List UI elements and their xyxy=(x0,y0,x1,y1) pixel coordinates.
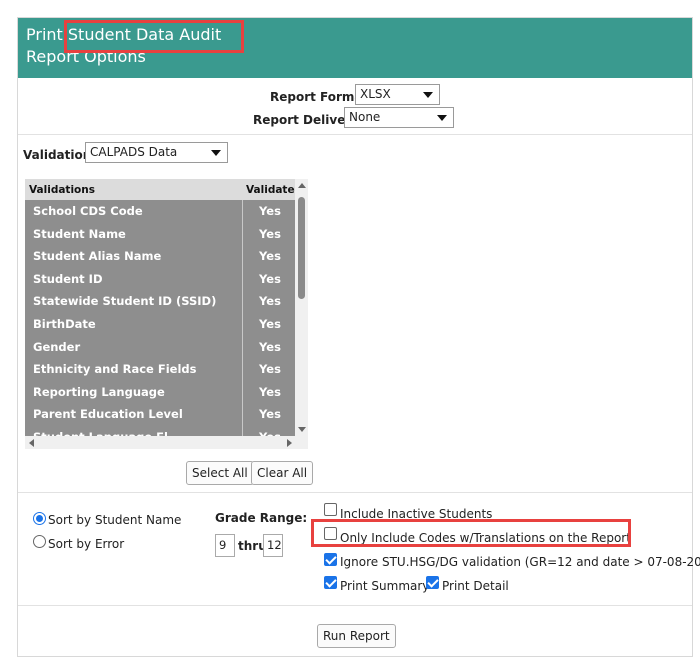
grade-to-input[interactable]: 12 xyxy=(263,534,283,557)
report-delivery-select[interactable]: None xyxy=(344,107,454,128)
grade-from-input[interactable]: 9 xyxy=(215,534,235,557)
scroll-up-icon[interactable] xyxy=(298,183,306,188)
validate-value: Yes xyxy=(259,362,281,377)
sort-by-name-radio[interactable] xyxy=(33,512,46,525)
only-include-codes-label: Only Include Codes w/Translations on the… xyxy=(340,531,631,545)
validate-value: Yes xyxy=(259,316,281,331)
report-delivery-value: None xyxy=(349,110,381,124)
table-row[interactable]: Student ID Yes xyxy=(25,268,295,291)
chevron-down-icon xyxy=(211,150,221,156)
print-summary-checkbox[interactable] xyxy=(324,576,337,589)
title-prefix: Print xyxy=(26,25,68,44)
report-options-panel: Print Student Data Audit Report Options … xyxy=(17,17,700,657)
include-inactive-label: Include Inactive Students xyxy=(340,507,493,521)
scrollbar-thumb[interactable] xyxy=(298,197,305,299)
only-include-codes-checkbox[interactable] xyxy=(324,527,337,540)
validate-value: Yes xyxy=(259,339,281,354)
divider xyxy=(18,492,692,493)
table-row[interactable]: Reporting Language Yes xyxy=(25,381,295,404)
validate-value: Yes xyxy=(259,249,281,264)
table-row[interactable]: Ethnicity and Race Fields Yes xyxy=(25,358,295,381)
title-report-name: Student Data Audit xyxy=(67,25,222,44)
validate-value: Yes xyxy=(259,407,281,422)
report-format-select[interactable]: XLSX xyxy=(355,84,440,105)
validation-name: Student Alias Name xyxy=(33,249,162,264)
table-row[interactable]: Gender Yes xyxy=(25,336,295,359)
validate-value: Yes xyxy=(259,294,281,309)
validate-value: Yes xyxy=(259,271,281,286)
run-report-button[interactable]: Run Report xyxy=(317,624,396,648)
table-row[interactable]: Student Alias Name Yes xyxy=(25,245,295,268)
table-row[interactable]: BirthDate Yes xyxy=(25,313,295,336)
col-validations: Validations xyxy=(29,184,95,196)
validation-name: Gender xyxy=(33,339,81,354)
validation-name: Student Name xyxy=(33,226,126,241)
table-row[interactable]: School CDS Code Yes xyxy=(25,200,295,223)
print-summary-label: Print Summary xyxy=(340,579,430,593)
scroll-down-icon[interactable] xyxy=(298,427,306,432)
page-subtitle: Report Options xyxy=(26,47,146,66)
chevron-down-icon xyxy=(423,92,433,98)
col-validate: Validate? xyxy=(246,184,301,196)
validation-name: Ethnicity and Race Fields xyxy=(33,362,197,377)
validation-name: Reporting Language xyxy=(33,384,165,399)
grade-range-label: Grade Range: xyxy=(215,511,308,525)
print-detail-label: Print Detail xyxy=(442,579,509,593)
vertical-scrollbar[interactable] xyxy=(295,179,308,436)
validation-name: School CDS Code xyxy=(33,204,143,218)
validation-name: Parent Education Level xyxy=(33,407,183,422)
grid-body: School CDS Code Yes Student Name Yes Stude… xyxy=(25,200,295,449)
ignore-hsg-checkbox[interactable] xyxy=(324,553,337,566)
table-row[interactable]: Statewide Student ID (SSID) Yes xyxy=(25,290,295,313)
validate-value: Yes xyxy=(259,226,281,241)
validate-value: Yes xyxy=(259,204,281,218)
table-row[interactable]: Student Name Yes xyxy=(25,223,295,246)
validations-grid: Validations Validate? School CDS Code Yes… xyxy=(25,179,308,449)
include-inactive-checkbox[interactable] xyxy=(324,503,337,516)
divider xyxy=(18,134,692,135)
scroll-left-icon[interactable] xyxy=(29,439,34,447)
page-title: Print Student Data Audit xyxy=(26,24,692,46)
validation-name: Student ID xyxy=(33,271,103,286)
validation-select[interactable]: CALPADS Data xyxy=(85,142,228,163)
sort-by-error-radio[interactable] xyxy=(33,535,46,548)
clear-all-button[interactable]: Clear All xyxy=(251,461,314,485)
ignore-hsg-label: Ignore STU.HSG/DG validation (GR=12 and … xyxy=(340,555,700,569)
validation-name: BirthDate xyxy=(33,316,96,331)
chevron-down-icon xyxy=(437,115,447,121)
print-detail-checkbox[interactable] xyxy=(426,576,439,589)
column-divider xyxy=(242,200,243,449)
divider xyxy=(18,605,692,606)
report-format-value: XLSX xyxy=(360,87,391,101)
select-all-button[interactable]: Select All xyxy=(186,461,254,485)
grid-header: Validations Validate? xyxy=(25,179,301,200)
page-header: Print Student Data Audit Report Options xyxy=(18,18,692,78)
validate-value: Yes xyxy=(259,384,281,399)
table-row[interactable]: Parent Education Level Yes xyxy=(25,403,295,426)
validation-name: Statewide Student ID (SSID) xyxy=(33,294,217,309)
scroll-right-icon[interactable] xyxy=(287,439,292,447)
validation-value: CALPADS Data xyxy=(90,145,178,159)
horizontal-scrollbar[interactable] xyxy=(25,436,308,449)
sort-by-error-label: Sort by Error xyxy=(48,537,125,551)
sort-by-name-label: Sort by Student Name xyxy=(48,513,182,527)
